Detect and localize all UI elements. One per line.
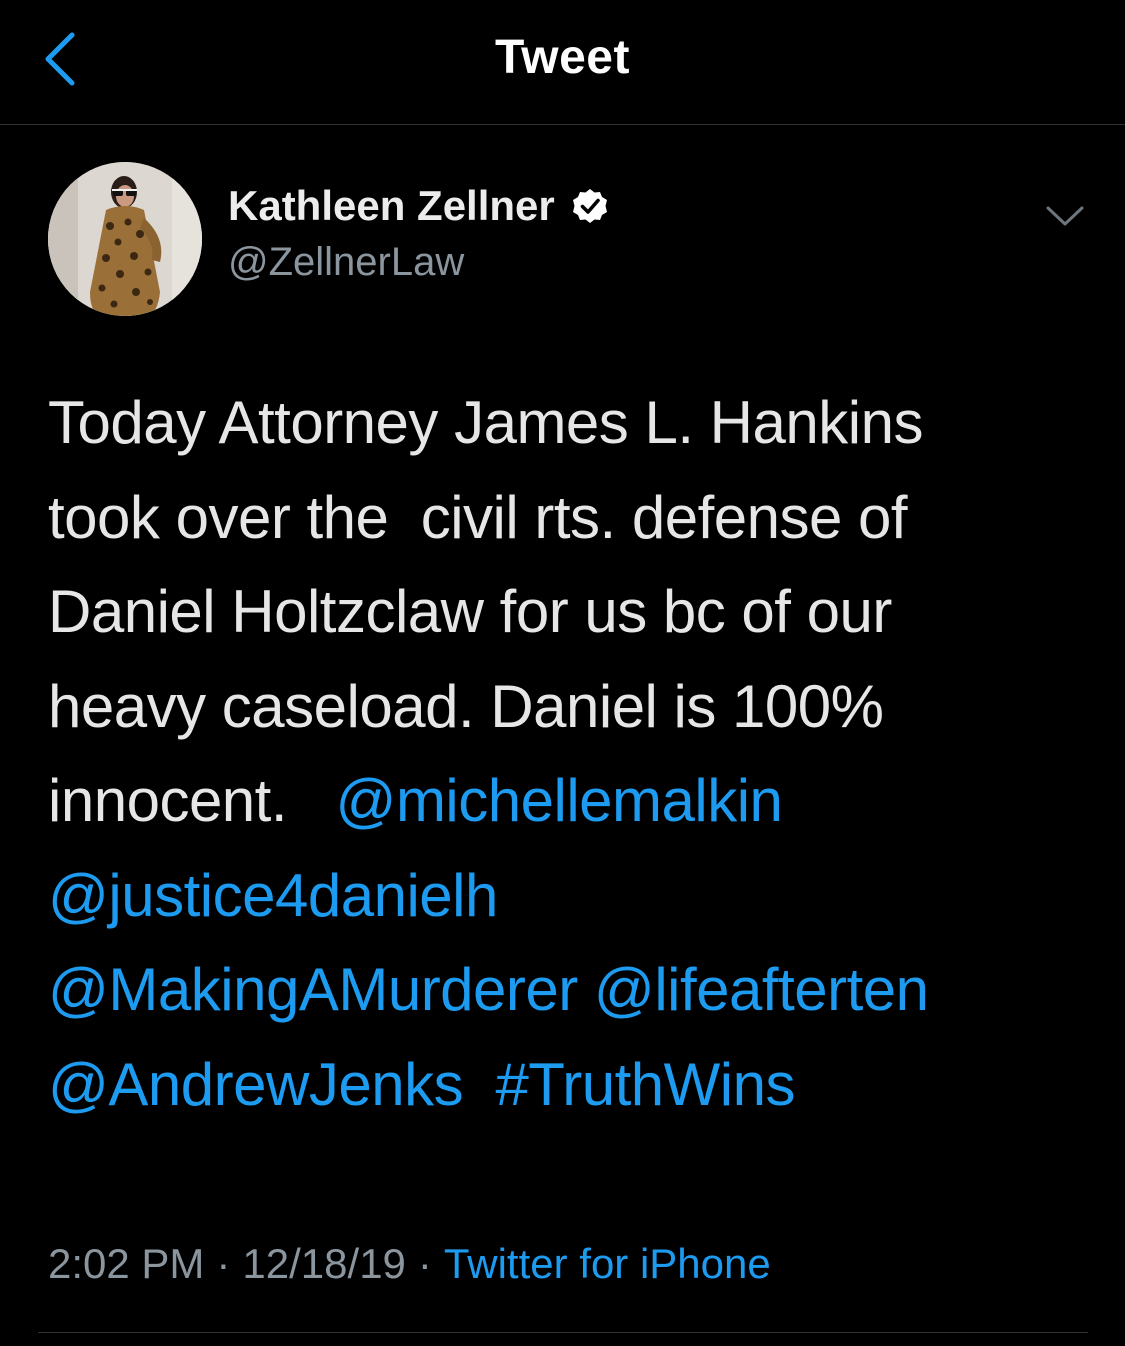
mention-link[interactable]: @michellemalkin xyxy=(336,767,783,834)
author-name-text: Kathleen Zellner xyxy=(228,182,555,229)
meta-separator: · xyxy=(417,1240,432,1287)
mention-link[interactable]: @lifeafterten xyxy=(594,956,929,1023)
navigation-bar: Tweet xyxy=(0,0,1125,125)
tweet-text-segment xyxy=(578,956,594,1023)
tweet-text-line: @AndrewJenks #TruthWins xyxy=(48,1038,1088,1133)
tweet-text-segment: Today Attorney James L. Hankins xyxy=(48,389,923,456)
tweet-source-link[interactable]: Twitter for iPhone xyxy=(444,1240,771,1287)
tweet-text-line: @justice4danielh xyxy=(48,849,1088,944)
tweet-text-segment: took over the civil rts. defense of xyxy=(48,483,908,551)
mention-link[interactable]: @justice4danielh xyxy=(48,862,498,929)
mention-link[interactable]: @AndrewJenks xyxy=(48,1051,464,1118)
meta-separator: · xyxy=(216,1240,231,1287)
page-title: Tweet xyxy=(495,31,630,84)
tweet-text-line: @MakingAMurderer @lifeafterten xyxy=(48,943,1088,1038)
tweet-text-line: Today Attorney James L. Hankins xyxy=(48,376,1088,471)
tweet-options-button[interactable] xyxy=(1040,196,1090,236)
author-handle[interactable]: @ZellnerLaw xyxy=(228,240,464,285)
tweet-time: 2:02 PM xyxy=(48,1240,205,1287)
tweet-text-segment: Daniel Holtzclaw for us bc of our xyxy=(48,578,892,645)
profile-photo xyxy=(48,162,202,316)
hashtag-link[interactable]: #TruthWins xyxy=(495,1051,795,1118)
tweet-metadata: 2:02 PM · 12/18/19 · Twitter for iPhone xyxy=(48,1240,771,1288)
mention-link[interactable]: @MakingAMurderer xyxy=(48,956,578,1023)
tweet-text-segment: innocent. xyxy=(48,767,336,834)
tweet-date: 12/18/19 xyxy=(242,1240,406,1287)
tweet-text-segment xyxy=(463,1051,495,1118)
author-display-name[interactable]: Kathleen Zellner xyxy=(228,182,609,230)
tweet-text: Today Attorney James L. Hankins took over… xyxy=(48,376,1088,1132)
tweet-text-line: took over the civil rts. defense of xyxy=(48,471,1088,566)
chevron-down-icon xyxy=(1046,206,1084,226)
divider xyxy=(38,1332,1088,1333)
verified-badge-icon xyxy=(572,189,607,223)
tweet-text-line: innocent. @michellemalkin xyxy=(48,754,1088,849)
tweet-text-segment: heavy caseload. Daniel is 100% xyxy=(48,672,884,740)
avatar[interactable] xyxy=(48,162,202,316)
tweet-text-line: Daniel Holtzclaw for us bc of our xyxy=(48,565,1088,660)
tweet-text-line: heavy caseload. Daniel is 100% xyxy=(48,660,1088,755)
